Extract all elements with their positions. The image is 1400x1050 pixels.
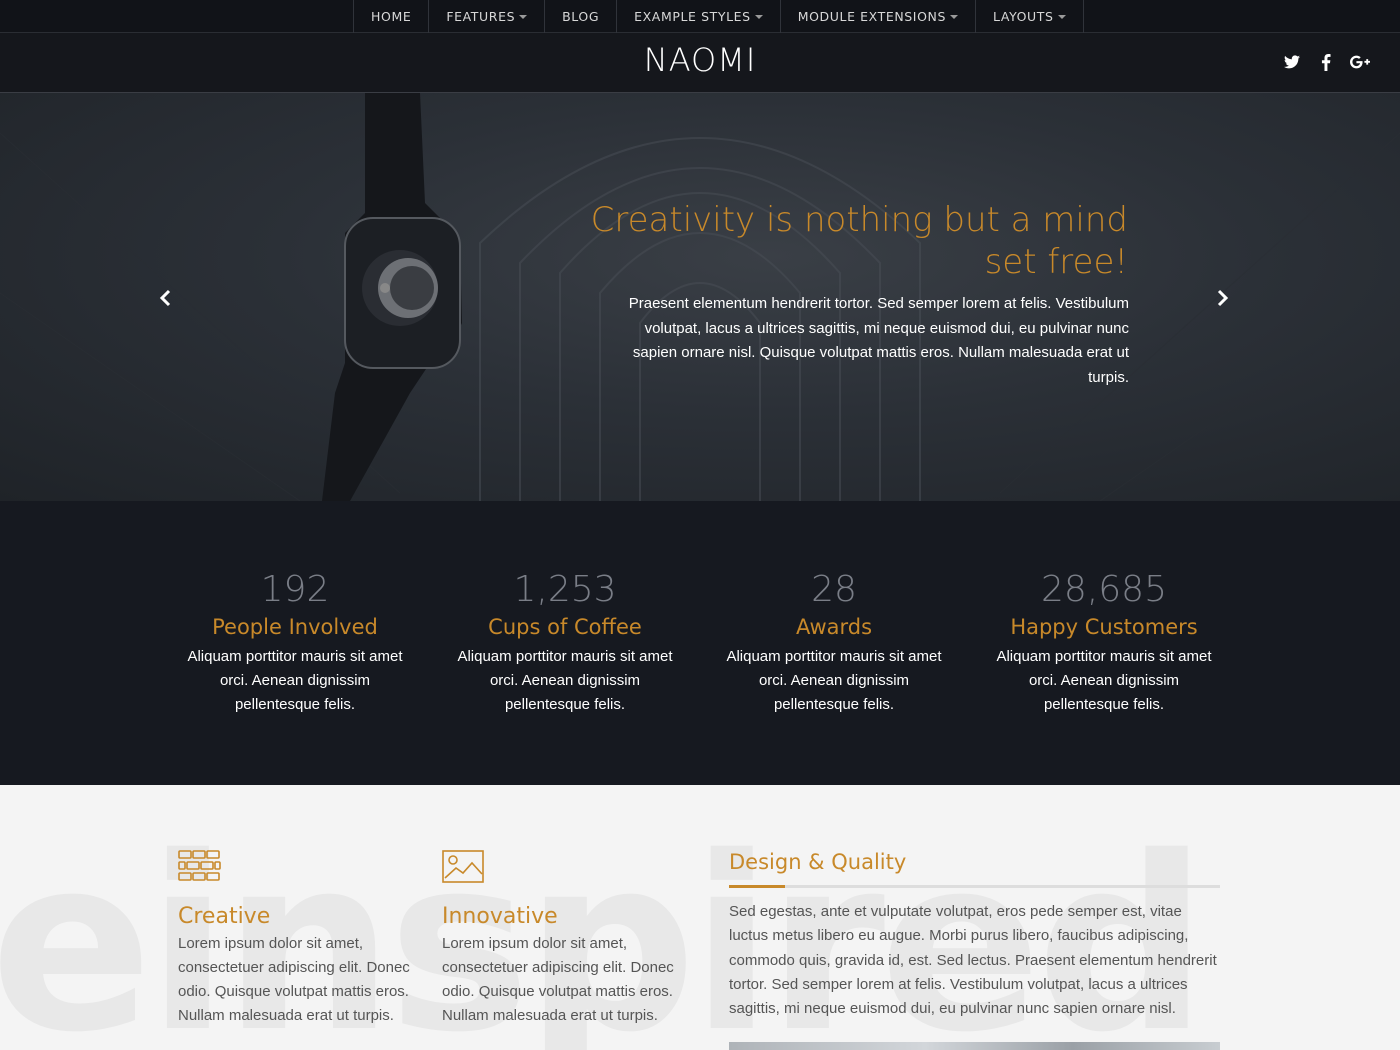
caret-down-icon bbox=[950, 14, 959, 19]
stat-item: 1,253 Cups of Coffee Aliquam porttitor m… bbox=[445, 569, 685, 717]
nav-menu: HOME FEATURES BLOG EXAMPLE STYLES MODULE… bbox=[353, 0, 1084, 33]
nav-item-blog[interactable]: BLOG bbox=[545, 0, 618, 33]
design-quality-title: Design & Quality bbox=[729, 850, 907, 874]
site-header: NAOMI bbox=[0, 33, 1400, 93]
hero-text: Praesent elementum hendrerit tortor. Sed… bbox=[628, 295, 1129, 386]
caret-down-icon bbox=[754, 14, 763, 19]
feature-text: Lorem ipsum dolor sit amet, consectetuer… bbox=[178, 935, 410, 1024]
stat-description: Aliquam porttitor mauris sit amet orci. … bbox=[457, 648, 673, 713]
nav-item-label: MODULE EXTENSIONS bbox=[797, 9, 947, 24]
caret-down-icon bbox=[519, 14, 528, 19]
stats-section: 192 People Involved Aliquam porttitor ma… bbox=[0, 501, 1400, 785]
nav-item-label: EXAMPLE STYLES bbox=[634, 9, 751, 24]
stat-item: 28,685 Happy Customers Aliquam porttitor… bbox=[984, 569, 1224, 717]
site-logo[interactable]: NAOMI bbox=[600, 41, 800, 79]
nav-item-label: FEATURES bbox=[446, 9, 516, 24]
top-navigation: HOME FEATURES BLOG EXAMPLE STYLES MODULE… bbox=[0, 0, 1400, 33]
chevron-right-icon bbox=[1217, 289, 1229, 307]
design-quality-text: Sed egestas, ante et vulputate volutpat,… bbox=[729, 903, 1217, 1018]
image-icon bbox=[442, 850, 484, 883]
stat-description: Aliquam porttitor mauris sit amet orci. … bbox=[996, 648, 1212, 713]
stat-item: 28 Awards Aliquam porttitor mauris sit a… bbox=[714, 569, 954, 717]
slider-next-button[interactable] bbox=[1212, 288, 1232, 308]
stat-label: People Involved bbox=[212, 615, 378, 639]
slider-prev-button[interactable] bbox=[156, 288, 176, 308]
bricks-icon bbox=[178, 850, 221, 881]
stat-number: 1,253 bbox=[513, 569, 617, 610]
hero-title: Creativity is nothing but a mind set fre… bbox=[590, 200, 1128, 282]
feature-innovative: Innovative Lorem ipsum dolor sit amet, c… bbox=[442, 850, 677, 1028]
design-quality-image bbox=[729, 1042, 1220, 1050]
nav-item-features[interactable]: FEATURES bbox=[429, 0, 546, 33]
nav-item-module-extensions[interactable]: MODULE EXTENSIONS bbox=[781, 0, 977, 33]
nav-item-label: LAYOUTS bbox=[993, 9, 1054, 24]
feature-title: Innovative bbox=[442, 904, 558, 929]
features-section: einspired Creative Lorem ipsum dolor sit… bbox=[0, 785, 1400, 1050]
social-links bbox=[1282, 51, 1370, 73]
stat-item: 192 People Involved Aliquam porttitor ma… bbox=[175, 569, 415, 717]
stat-label: Happy Customers bbox=[1010, 615, 1198, 639]
stat-description: Aliquam porttitor mauris sit amet orci. … bbox=[726, 648, 942, 713]
stat-number: 192 bbox=[260, 569, 330, 610]
hero-slider: Creativity is nothing but a mind set fre… bbox=[0, 93, 1400, 501]
feature-creative: Creative Lorem ipsum dolor sit amet, con… bbox=[178, 850, 413, 1028]
nav-item-layouts[interactable]: LAYOUTS bbox=[976, 0, 1084, 33]
twitter-icon[interactable] bbox=[1282, 51, 1302, 73]
nav-item-home[interactable]: HOME bbox=[354, 0, 430, 33]
stat-description: Aliquam porttitor mauris sit amet orci. … bbox=[187, 648, 403, 713]
stat-number: 28 bbox=[811, 569, 857, 610]
feature-text: Lorem ipsum dolor sit amet, consectetuer… bbox=[442, 935, 674, 1024]
nav-item-example-styles[interactable]: EXAMPLE STYLES bbox=[617, 0, 781, 33]
caret-down-icon bbox=[1057, 14, 1066, 19]
google-plus-icon[interactable] bbox=[1350, 51, 1370, 73]
design-quality-block: Design & Quality Sed egestas, ante et vu… bbox=[729, 847, 1220, 1021]
stat-label: Cups of Coffee bbox=[488, 615, 642, 639]
nav-item-label: HOME bbox=[371, 9, 412, 24]
chevron-left-icon bbox=[159, 289, 171, 307]
feature-title: Creative bbox=[178, 904, 271, 929]
facebook-icon[interactable] bbox=[1316, 51, 1336, 73]
nav-item-label: BLOG bbox=[562, 9, 600, 24]
stat-number: 28,685 bbox=[1041, 569, 1167, 610]
title-divider bbox=[729, 885, 1220, 888]
stat-label: Awards bbox=[795, 615, 873, 639]
watch-illustration bbox=[322, 93, 462, 501]
